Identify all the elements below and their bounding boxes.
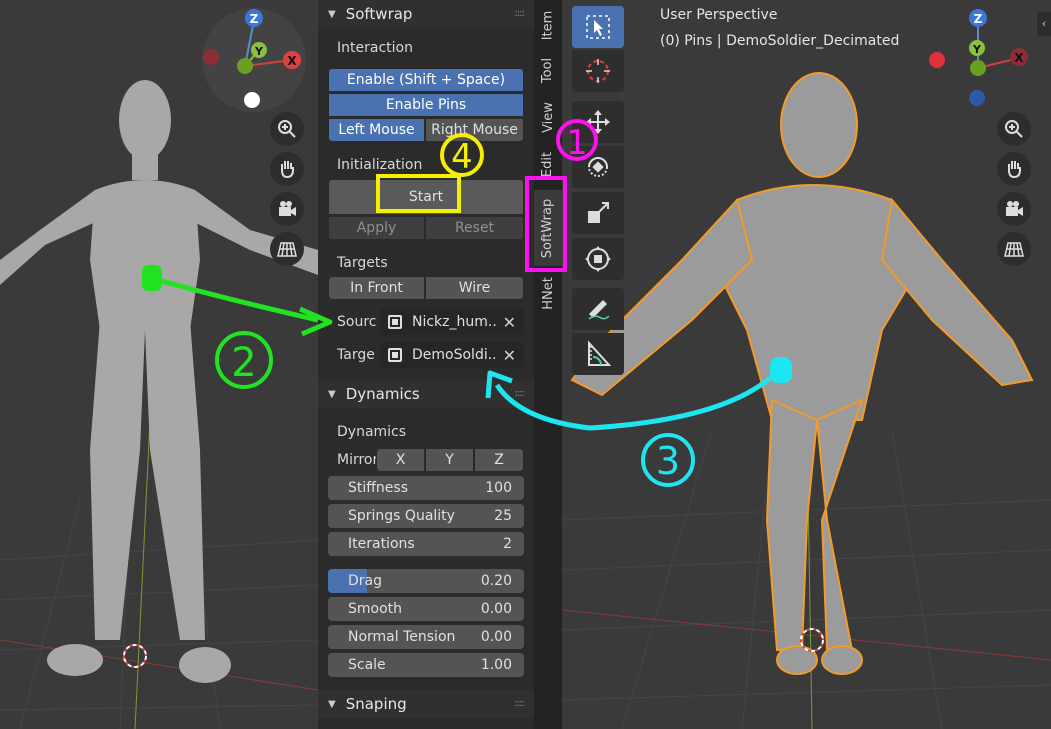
annotation-4: 4 xyxy=(451,137,473,177)
annotation-1: 1 xyxy=(566,123,588,163)
annotation-overlay: 2 3 1 4 xyxy=(142,119,792,487)
annotation-3: 3 xyxy=(656,439,680,483)
annotation-2: 2 xyxy=(231,340,256,386)
